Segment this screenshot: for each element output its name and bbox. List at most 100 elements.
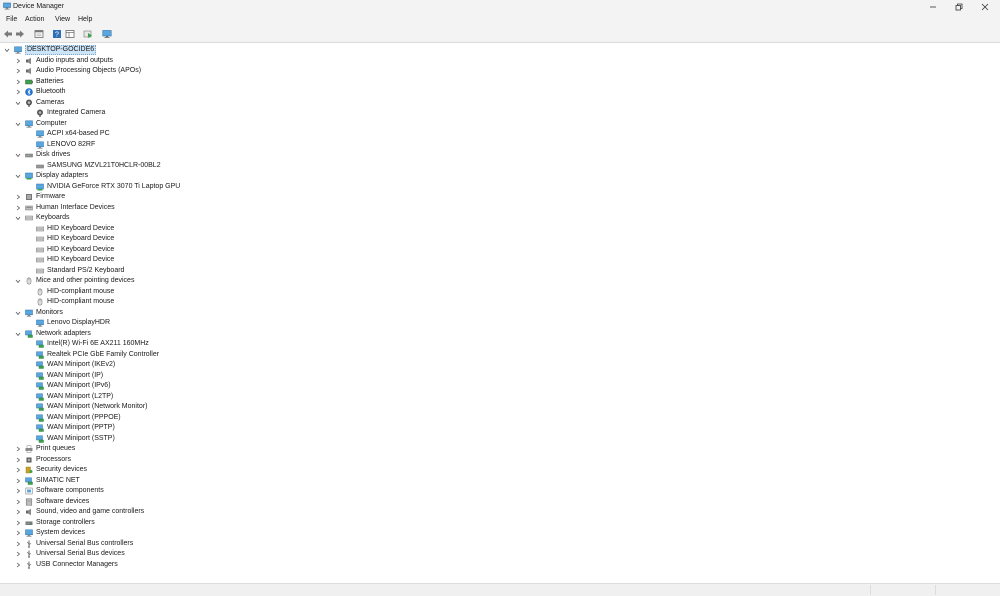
tree-category-processors[interactable]: Processors	[0, 455, 1000, 465]
chevron-down-icon	[15, 332, 21, 336]
collapse-toggle[interactable]	[14, 98, 22, 108]
tree-category-print-queues[interactable]: Print queues	[0, 444, 1000, 454]
expand-toggle[interactable]	[14, 56, 22, 66]
menu-view[interactable]: View	[55, 16, 70, 23]
close-button[interactable]	[972, 0, 998, 14]
tree-category-universal-serial-bus-devices[interactable]: Universal Serial Bus devices	[0, 549, 1000, 559]
chevron-down-icon	[15, 279, 21, 284]
tree-device[interactable]: LENOVO 82RF	[0, 140, 1000, 150]
collapse-toggle[interactable]	[14, 150, 22, 160]
menu-help[interactable]: Help	[78, 16, 92, 23]
collapse-toggle[interactable]	[14, 213, 22, 223]
help-button[interactable]: ?	[52, 29, 62, 39]
restore-button[interactable]	[946, 0, 972, 14]
tree-device[interactable]: Intel(R) Wi-Fi 6E AX211 160MHz	[0, 339, 1000, 349]
expand-toggle[interactable]	[14, 476, 22, 486]
collapse-toggle[interactable]	[14, 329, 22, 339]
forward-button[interactable]	[15, 29, 25, 39]
tree-device[interactable]: WAN Miniport (Network Monitor)	[0, 402, 1000, 412]
tree-device[interactable]: WAN Miniport (L2TP)	[0, 392, 1000, 402]
tree-category-batteries[interactable]: Batteries	[0, 77, 1000, 87]
tree-root[interactable]: DESKTOP-GOCIDE6	[0, 45, 1000, 55]
tree-device[interactable]: WAN Miniport (PPPOE)	[0, 413, 1000, 423]
tree-device[interactable]: HID-compliant mouse	[0, 297, 1000, 307]
tree-device[interactable]: ACPI x64-based PC	[0, 129, 1000, 139]
tree-device[interactable]: HID-compliant mouse	[0, 287, 1000, 297]
menu-file[interactable]: File	[6, 16, 17, 23]
expand-toggle[interactable]	[14, 87, 22, 97]
menu-action[interactable]: Action	[25, 16, 44, 23]
expand-toggle[interactable]	[14, 549, 22, 559]
update-driver-button[interactable]	[83, 29, 93, 39]
expand-toggle[interactable]	[14, 560, 22, 570]
expand-toggle[interactable]	[14, 486, 22, 496]
tree-category-system-devices[interactable]: System devices	[0, 528, 1000, 538]
collapse-toggle[interactable]	[3, 45, 11, 55]
tree-category-audio-processing-objects-apos[interactable]: Audio Processing Objects (APOs)	[0, 66, 1000, 76]
expand-toggle[interactable]	[14, 497, 22, 507]
tree-category-monitors[interactable]: Monitors	[0, 308, 1000, 318]
back-button[interactable]	[3, 29, 13, 39]
expand-toggle[interactable]	[14, 528, 22, 538]
view-button[interactable]	[65, 29, 75, 39]
expand-toggle[interactable]	[14, 192, 22, 202]
tree-device[interactable]: WAN Miniport (IP)	[0, 371, 1000, 381]
collapse-toggle[interactable]	[14, 308, 22, 318]
tree-device[interactable]: Realtek PCIe GbE Family Controller	[0, 350, 1000, 360]
expand-toggle[interactable]	[14, 444, 22, 454]
collapse-toggle[interactable]	[14, 119, 22, 129]
tree-category-mice-and-other-pointing-devices[interactable]: Mice and other pointing devices	[0, 276, 1000, 286]
tree-device[interactable]: HID Keyboard Device	[0, 255, 1000, 265]
tree-category-software-devices[interactable]: Software devices	[0, 497, 1000, 507]
collapse-toggle[interactable]	[14, 171, 22, 181]
tree-device[interactable]: WAN Miniport (IPv6)	[0, 381, 1000, 391]
help-icon: ?	[53, 30, 61, 39]
tree-category-storage-controllers[interactable]: Storage controllers	[0, 518, 1000, 528]
tree-category-simatic-net[interactable]: SIMATIC NET	[0, 476, 1000, 486]
tree-category-usb-connector-managers[interactable]: USB Connector Managers	[0, 560, 1000, 570]
tree-category-universal-serial-bus-controllers[interactable]: Universal Serial Bus controllers	[0, 539, 1000, 549]
tree-device[interactable]: HID Keyboard Device	[0, 234, 1000, 244]
tree-device[interactable]: WAN Miniport (SSTP)	[0, 434, 1000, 444]
tree-category-keyboards[interactable]: Keyboards	[0, 213, 1000, 223]
scan-hardware-button[interactable]	[102, 29, 112, 39]
tree-device[interactable]: WAN Miniport (PPTP)	[0, 423, 1000, 433]
tree-category-network-adapters[interactable]: Network adapters	[0, 329, 1000, 339]
tree-category-computer[interactable]: Computer	[0, 119, 1000, 129]
tree-device[interactable]: SAMSUNG MZVL21T0HCLR-00BL2	[0, 161, 1000, 171]
tree-category-human-interface-devices[interactable]: Human Interface Devices	[0, 203, 1000, 213]
software-component-icon	[25, 487, 33, 495]
tree-device[interactable]: Standard PS/2 Keyboard	[0, 266, 1000, 276]
expand-toggle[interactable]	[14, 203, 22, 213]
tree-item-label: Firmware	[36, 193, 66, 200]
expand-toggle[interactable]	[14, 455, 22, 465]
tree-category-display-adapters[interactable]: Display adapters	[0, 171, 1000, 181]
properties-button[interactable]	[34, 29, 44, 39]
tree-device[interactable]: Lenovo DisplayHDR	[0, 318, 1000, 328]
minimize-icon	[930, 6, 936, 8]
tree-category-security-devices[interactable]: Security devices	[0, 465, 1000, 475]
tree-device[interactable]: HID Keyboard Device	[0, 224, 1000, 234]
collapse-toggle[interactable]	[14, 276, 22, 286]
expand-toggle[interactable]	[14, 507, 22, 517]
tree-device[interactable]: WAN Miniport (IKEv2)	[0, 360, 1000, 370]
tree-device[interactable]: HID Keyboard Device	[0, 245, 1000, 255]
tree-device[interactable]: NVIDIA GeForce RTX 3070 Ti Laptop GPU	[0, 182, 1000, 192]
tree-category-bluetooth[interactable]: Bluetooth	[0, 87, 1000, 97]
expand-toggle[interactable]	[14, 77, 22, 87]
expand-toggle[interactable]	[14, 465, 22, 475]
tree-category-audio-inputs-and-outputs[interactable]: Audio inputs and outputs	[0, 56, 1000, 66]
tree-category-firmware[interactable]: Firmware	[0, 192, 1000, 202]
expand-toggle[interactable]	[14, 518, 22, 528]
tree-device[interactable]: Integrated Camera	[0, 108, 1000, 118]
expand-toggle[interactable]	[14, 539, 22, 549]
expand-toggle[interactable]	[14, 66, 22, 76]
chevron-right-icon	[16, 68, 21, 74]
device-tree[interactable]: DESKTOP-GOCIDE6 Audio inputs and outputs A…	[0, 43, 1000, 583]
tree-category-disk-drives[interactable]: Disk drives	[0, 150, 1000, 160]
tree-category-sound-video-and-game-controllers[interactable]: Sound, video and game controllers	[0, 507, 1000, 517]
tree-category-cameras[interactable]: Cameras	[0, 98, 1000, 108]
minimize-button[interactable]	[920, 0, 946, 14]
tree-item-label: Realtek PCIe GbE Family Controller	[47, 350, 160, 358]
tree-category-software-components[interactable]: Software components	[0, 486, 1000, 496]
